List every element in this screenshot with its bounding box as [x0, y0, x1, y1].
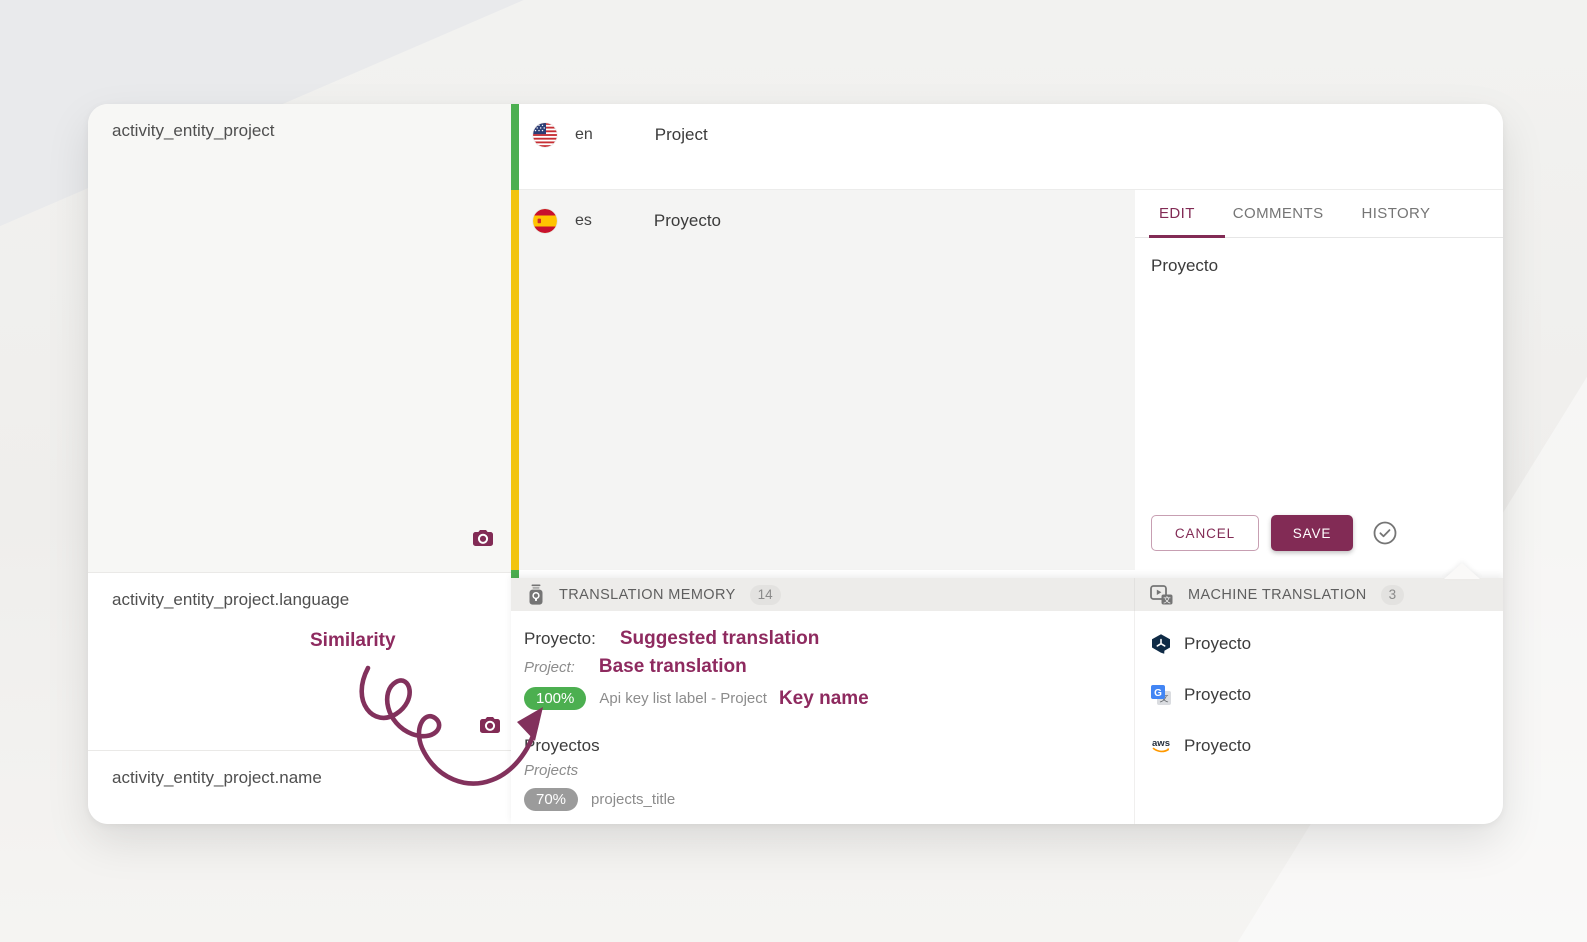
translation-editor-panel: EDIT COMMENTS HISTORY Proyecto CANCEL SA… [1135, 190, 1503, 570]
key-row-project-name[interactable]: activity_entity_project.name [88, 751, 511, 824]
translations-card: activity_entity_project activity_entity_… [88, 104, 1503, 824]
machine-translation-count: 3 [1381, 585, 1405, 605]
save-button[interactable]: SAVE [1271, 515, 1353, 551]
tm-suggestion-item[interactable]: Proyectos Projects 70% projects_title [524, 736, 1134, 811]
translation-state-bar [511, 104, 519, 578]
us-flag-icon [533, 123, 557, 147]
state-translated-yellow [511, 190, 519, 570]
translation-editor-input[interactable]: Proyecto [1135, 238, 1503, 294]
deepl-icon [1149, 632, 1173, 656]
translation-memory-icon [526, 583, 546, 607]
key-row-project[interactable]: activity_entity_project [88, 104, 511, 573]
machine-translation-list: Proyecto 文 G Proyecto aws [1135, 611, 1503, 824]
annotation-base-translation: Base translation [599, 656, 747, 678]
mt-translation-text: Proyecto [1184, 634, 1251, 654]
translation-cell-es[interactable]: es Proyecto [519, 190, 1135, 570]
translation-memory-title: TRANSLATION MEMORY [559, 587, 736, 603]
cancel-button[interactable]: CANCEL [1151, 515, 1259, 551]
translation-text: Project [655, 123, 708, 147]
tools-body: Proyecto: Suggested translation Project:… [511, 611, 1503, 824]
es-flag-icon [533, 209, 557, 233]
editor-actions: CANCEL SAVE [1151, 515, 1398, 551]
machine-translation-title: MACHINE TRANSLATION [1188, 587, 1367, 603]
annotation-suggested-translation: Suggested translation [620, 628, 820, 650]
google-translate-icon: 文 G [1149, 683, 1173, 707]
tm-base-translation: Project: [524, 659, 575, 676]
translation-text: Proyecto [654, 209, 721, 233]
save-and-review-check-icon[interactable] [1372, 520, 1398, 546]
svg-text:文: 文 [1163, 594, 1171, 604]
tm-suggested-translation: Proyectos [524, 736, 600, 756]
state-reviewed-green [511, 570, 519, 578]
key-name-label: activity_entity_project.name [88, 751, 511, 788]
translation-cell-en[interactable]: en Project [519, 104, 1503, 190]
tab-edit[interactable]: EDIT [1159, 205, 1195, 222]
screenshot-camera-icon[interactable] [478, 713, 502, 737]
tab-history[interactable]: HISTORY [1361, 205, 1430, 222]
tools-panel-notch [1444, 563, 1480, 579]
tm-suggested-translation: Proyecto: [524, 629, 596, 649]
tm-base-translation: Projects [524, 762, 1134, 779]
editor-tabbar: EDIT COMMENTS HISTORY [1135, 190, 1503, 238]
language-code: en [575, 123, 593, 147]
svg-text:aws: aws [1152, 738, 1170, 749]
mt-translation-text: Proyecto [1184, 685, 1251, 705]
active-tab-underline [1149, 235, 1225, 238]
machine-translation-header: 文 MACHINE TRANSLATION 3 [1135, 578, 1503, 611]
similarity-badge: 100% [524, 687, 586, 710]
machine-translation-icon: 文 [1149, 583, 1175, 607]
language-code: es [575, 209, 592, 233]
screenshot-camera-icon[interactable] [471, 526, 495, 550]
aws-translate-icon: aws [1149, 734, 1173, 758]
key-name-label: activity_entity_project [88, 104, 511, 141]
screenshot-stage: activity_entity_project activity_entity_… [0, 0, 1587, 942]
translation-memory-count: 14 [750, 585, 781, 605]
annotation-key-name: Key name [779, 688, 869, 710]
mt-suggestion-item[interactable]: 文 G Proyecto [1149, 678, 1503, 712]
translation-memory-list: Proyecto: Suggested translation Project:… [511, 611, 1135, 824]
similarity-badge: 70% [524, 788, 578, 811]
tab-comments[interactable]: COMMENTS [1233, 205, 1324, 222]
tools-headers: TRANSLATION MEMORY 14 文 MACHINE TRANSLAT… [511, 578, 1503, 611]
translation-tools-panel: TRANSLATION MEMORY 14 文 MACHINE TRANSLAT… [511, 578, 1503, 824]
annotation-similarity: Similarity [310, 630, 396, 652]
tm-key-name: projects_title [591, 791, 675, 808]
mt-suggestion-item[interactable]: Proyecto [1149, 627, 1503, 661]
mt-suggestion-item[interactable]: aws Proyecto [1149, 729, 1503, 763]
tm-suggestion-item[interactable]: Proyecto: Suggested translation Project:… [524, 628, 1134, 710]
translation-memory-header: TRANSLATION MEMORY 14 [511, 578, 1135, 611]
tm-key-name: Api key list label - Project [599, 690, 767, 707]
state-reviewed-green [511, 104, 519, 190]
mt-translation-text: Proyecto [1184, 736, 1251, 756]
svg-text:G: G [1154, 688, 1162, 699]
key-row-project-language[interactable]: activity_entity_project.language [88, 573, 511, 751]
key-name-label: activity_entity_project.language [88, 573, 511, 610]
